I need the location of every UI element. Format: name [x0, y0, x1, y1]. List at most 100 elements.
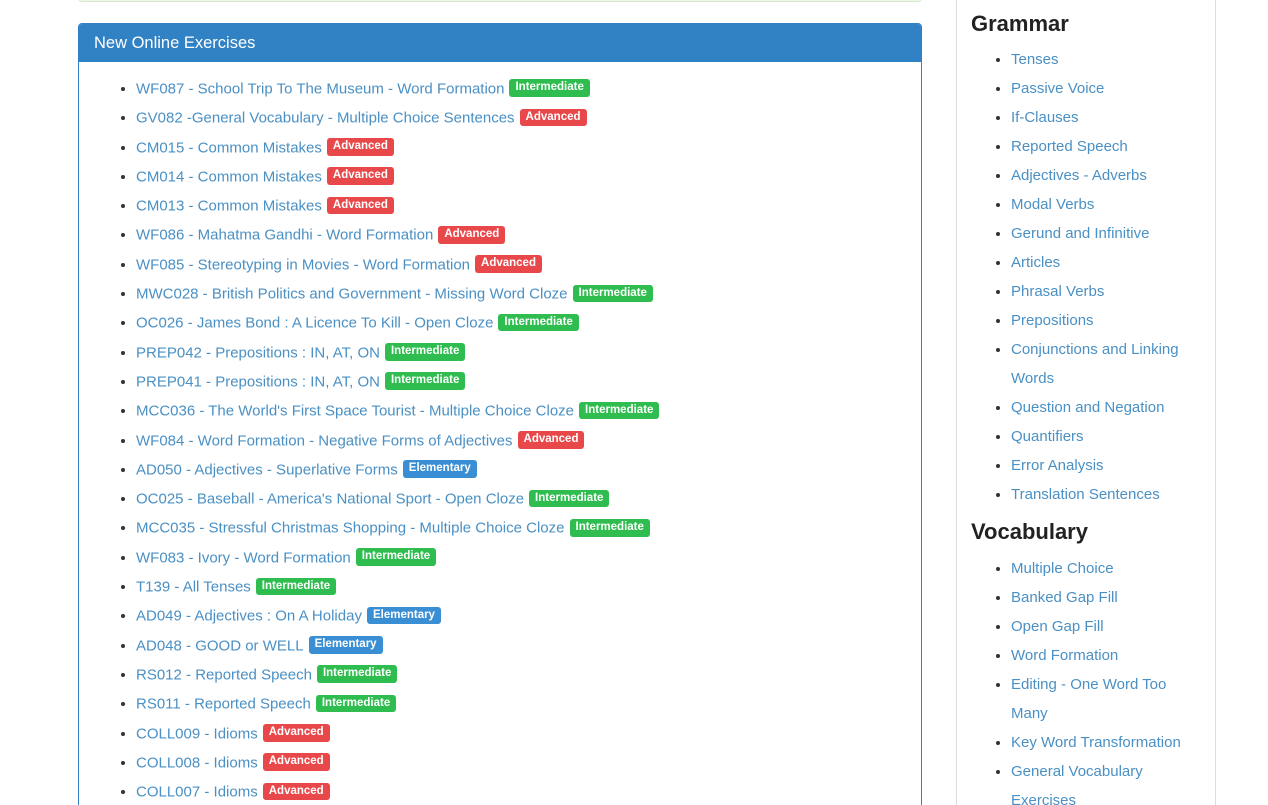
exercise-link[interactable]: RS011 - Reported Speech [136, 696, 311, 713]
exercise-list-item: RS012 - Reported SpeechIntermediate [136, 660, 906, 689]
grammar-link[interactable]: Question and Negation [1011, 399, 1164, 416]
exercise-list-item: WF083 - Ivory - Word FormationIntermedia… [136, 543, 906, 572]
exercise-link[interactable]: PREP041 - Prepositions : IN, AT, ON [136, 373, 380, 390]
exercise-list: WF087 - School Trip To The Museum - Word… [94, 74, 906, 805]
grammar-link[interactable]: Gerund and Infinitive [1011, 225, 1149, 242]
vocabulary-list-item: Multiple Choice [1011, 554, 1201, 583]
vocabulary-link[interactable]: Key Word Transformation [1011, 734, 1181, 751]
exercise-link[interactable]: RS012 - Reported Speech [136, 666, 312, 683]
exercise-link[interactable]: WF086 - Mahatma Gandhi - Word Formation [136, 227, 433, 244]
vocabulary-list-item: General Vocabulary Exercises [1011, 757, 1201, 805]
grammar-link[interactable]: Translation Sentences [1011, 486, 1160, 503]
exercise-link[interactable]: MWC028 - British Politics and Government… [136, 285, 568, 302]
vocabulary-link[interactable]: Open Gap Fill [1011, 618, 1104, 635]
level-badge: Advanced [263, 724, 330, 742]
exercise-list-item: CM014 - Common MistakesAdvanced [136, 162, 906, 191]
exercise-link[interactable]: AD050 - Adjectives - Superlative Forms [136, 461, 398, 478]
vocabulary-list: Multiple Choice Banked Gap Fill Open Gap F… [971, 554, 1201, 805]
exercise-list-item: OC026 - James Bond : A Licence To Kill -… [136, 308, 906, 337]
grammar-link[interactable]: Conjunctions and Linking Words [1011, 341, 1179, 387]
page-root: New Online Exercises WF087 - School Trip… [0, 0, 1268, 805]
grammar-link[interactable]: If-Clauses [1011, 109, 1079, 126]
exercise-list-item: COLL009 - Idioms Advanced [136, 719, 906, 748]
vocabulary-link[interactable]: General Vocabulary Exercises [1011, 763, 1143, 805]
exercise-link[interactable]: CM013 - Common Mistakes [136, 197, 322, 214]
exercise-list-item: PREP042 - Prepositions : IN, AT, ONInter… [136, 338, 906, 367]
grammar-list-item: Conjunctions and Linking Words [1011, 335, 1201, 393]
exercise-link[interactable]: OC025 - Baseball - America's National Sp… [136, 490, 524, 507]
grammar-list-item: Reported Speech [1011, 132, 1201, 161]
grammar-link[interactable]: Tenses [1011, 51, 1059, 68]
exercise-list-item: MCC035 - Stressful Christmas Shopping - … [136, 513, 906, 542]
grammar-list-item: Adjectives - Adverbs [1011, 161, 1201, 190]
level-badge: Advanced [438, 226, 505, 244]
exercise-list-item: WF087 - School Trip To The Museum - Word… [136, 74, 906, 103]
panel-body: WF087 - School Trip To The Museum - Word… [79, 62, 921, 805]
vocabulary-link[interactable]: Multiple Choice [1011, 560, 1114, 577]
grammar-list-item: Quantifiers [1011, 422, 1201, 451]
exercise-list-item: WF085 - Stereotyping in Movies - Word Fo… [136, 250, 906, 279]
exercise-link[interactable]: PREP042 - Prepositions : IN, AT, ON [136, 344, 380, 361]
exercise-link[interactable]: MCC036 - The World's First Space Tourist… [136, 403, 574, 420]
exercise-list-item: RS011 - Reported SpeechIntermediate [136, 689, 906, 718]
grammar-link[interactable]: Error Analysis [1011, 457, 1104, 474]
exercise-link[interactable]: MCC035 - Stressful Christmas Shopping - … [136, 520, 565, 537]
level-badge: Intermediate [529, 490, 609, 508]
level-badge: Advanced [475, 255, 542, 273]
grammar-link[interactable]: Phrasal Verbs [1011, 283, 1104, 300]
vocabulary-link[interactable]: Banked Gap Fill [1011, 589, 1118, 606]
vocabulary-link[interactable]: Word Formation [1011, 647, 1118, 664]
exercise-link[interactable]: COLL007 - Idioms [136, 783, 258, 800]
panel-title: New Online Exercises [79, 24, 921, 62]
grammar-link[interactable]: Adjectives - Adverbs [1011, 167, 1147, 184]
grammar-heading: Grammar [971, 11, 1201, 37]
grammar-link[interactable]: Articles [1011, 254, 1060, 271]
vocabulary-link[interactable]: Editing - One Word Too Many [1011, 676, 1166, 722]
exercise-link[interactable]: AD048 - GOOD or WELL [136, 637, 304, 654]
grammar-list-item: Phrasal Verbs [1011, 277, 1201, 306]
vocabulary-list-item: Editing - One Word Too Many [1011, 670, 1201, 728]
grammar-list-item: Modal Verbs [1011, 190, 1201, 219]
vocabulary-list-item: Word Formation [1011, 641, 1201, 670]
grammar-link[interactable]: Quantifiers [1011, 428, 1084, 445]
grammar-list-item: Articles [1011, 248, 1201, 277]
vocabulary-list-item: Open Gap Fill [1011, 612, 1201, 641]
grammar-list-item: Prepositions [1011, 306, 1201, 335]
grammar-list-item: Passive Voice [1011, 74, 1201, 103]
success-alert-bottom-edge [78, 0, 922, 2]
exercise-list-item: WF086 - Mahatma Gandhi - Word Formation A… [136, 220, 906, 249]
exercise-link[interactable]: CM015 - Common Mistakes [136, 139, 322, 156]
grammar-list-item: Tenses [1011, 45, 1201, 74]
exercise-link[interactable]: AD049 - Adjectives : On A Holiday [136, 608, 362, 625]
level-badge: Elementary [403, 460, 477, 478]
grammar-link[interactable]: Prepositions [1011, 312, 1094, 329]
exercise-link[interactable]: COLL009 - Idioms [136, 725, 258, 742]
grammar-link[interactable]: Reported Speech [1011, 138, 1128, 155]
exercise-list-item: CM013 - Common Mistakes Advanced [136, 191, 906, 220]
exercise-list-item: GV082 -General Vocabulary - Multiple Cho… [136, 103, 906, 132]
level-badge: Advanced [520, 109, 587, 127]
exercise-link[interactable]: WF083 - Ivory - Word Formation [136, 549, 351, 566]
level-badge: Advanced [263, 783, 330, 801]
grammar-link[interactable]: Passive Voice [1011, 80, 1104, 97]
exercise-link[interactable]: WF085 - Stereotyping in Movies - Word Fo… [136, 256, 470, 273]
level-badge: Intermediate [498, 314, 578, 332]
exercise-link[interactable]: OC026 - James Bond : A Licence To Kill -… [136, 315, 493, 332]
exercise-link[interactable]: WF084 - Word Formation - Negative Forms … [136, 432, 513, 449]
exercise-list-item: T139 - All TensesIntermediate [136, 572, 906, 601]
exercise-link[interactable]: T139 - All Tenses [136, 578, 251, 595]
sidebar: Grammar Tenses Passive Voice If-Clauses Rep… [956, 0, 1216, 805]
exercise-link[interactable]: CM014 - Common Mistakes [136, 168, 322, 185]
grammar-list: Tenses Passive Voice If-Clauses Reported Sp… [971, 45, 1201, 509]
exercise-link[interactable]: GV082 -General Vocabulary - Multiple Cho… [136, 110, 515, 127]
grammar-link[interactable]: Modal Verbs [1011, 196, 1094, 213]
level-badge: Advanced [327, 197, 394, 215]
exercise-link[interactable]: COLL008 - Idioms [136, 754, 258, 771]
level-badge: Intermediate [570, 519, 650, 537]
exercise-list-item: MWC028 - British Politics and Government… [136, 279, 906, 308]
exercise-list-item: OC025 - Baseball - America's National Sp… [136, 484, 906, 513]
vocabulary-list-item: Banked Gap Fill [1011, 583, 1201, 612]
grammar-list-item: Translation Sentences [1011, 480, 1201, 509]
exercise-list-item: WF084 - Word Formation - Negative Forms … [136, 426, 906, 455]
exercise-link[interactable]: WF087 - School Trip To The Museum - Word… [136, 80, 504, 97]
